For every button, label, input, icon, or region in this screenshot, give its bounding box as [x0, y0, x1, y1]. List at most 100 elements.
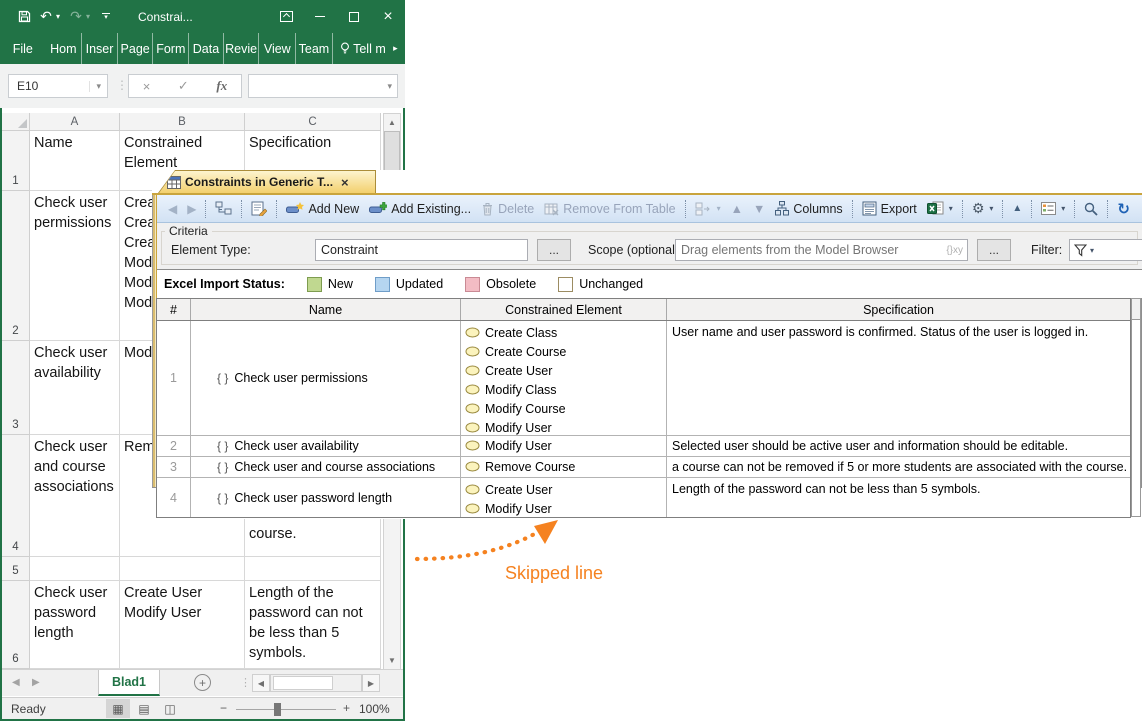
forward-icon[interactable]: ▶	[182, 197, 201, 221]
cell-a2[interactable]: Check user permissions	[30, 191, 120, 341]
row-header-1[interactable]: 1	[2, 131, 30, 191]
row-2-name[interactable]: { } Check user availability	[191, 436, 461, 456]
row-4-constrained-elements[interactable]: Create User Modify User	[461, 478, 667, 517]
row-3-constrained-elements[interactable]: Remove Course	[461, 457, 667, 477]
row-4-number[interactable]: 4	[157, 478, 191, 517]
enter-icon[interactable]: ✓	[178, 78, 189, 94]
cell-c5[interactable]	[245, 557, 381, 581]
new-sheet-icon[interactable]: +	[194, 674, 211, 691]
ribbon-display-options-icon[interactable]	[269, 0, 303, 33]
tab-close-icon[interactable]: ×	[341, 175, 349, 190]
cell-b6[interactable]: Create User Modify User	[120, 581, 245, 669]
horizontal-scrollbar[interactable]	[270, 674, 362, 692]
select-in-containment-tree-icon[interactable]	[210, 197, 237, 221]
row-header-3[interactable]: 3	[2, 341, 30, 435]
row-4-specification[interactable]: Length of the password can not be less t…	[667, 478, 1130, 517]
add-new-button[interactable]: Add New	[281, 197, 364, 221]
sheet-next-icon[interactable]: ▶	[32, 677, 40, 688]
ribbon-tab-team[interactable]: Team	[295, 33, 332, 64]
table-vertical-scrollbar[interactable]	[1131, 298, 1141, 517]
horizontal-scroll-thumb[interactable]	[273, 676, 333, 690]
tab-constraints-generic-table[interactable]: Constraints in Generic T... ×	[158, 170, 376, 193]
ribbon-tab-insert[interactable]: Inser	[81, 33, 117, 64]
row-header-5[interactable]: 5	[2, 557, 30, 581]
group-elements-icon[interactable]: ▾	[690, 197, 726, 221]
page-break-view-icon[interactable]: ◫	[158, 699, 182, 718]
close-button[interactable]: ×	[371, 0, 405, 33]
ribbon-tab-tell-me[interactable]: Tell m	[331, 33, 393, 64]
legend-icon[interactable]: ▾	[1036, 197, 1070, 221]
header-number[interactable]: #	[157, 299, 191, 320]
refresh-icon[interactable]: ↻	[1112, 197, 1135, 221]
zoom-in-icon[interactable]: +	[343, 701, 350, 715]
cell-c6[interactable]: Length of the password can not be less t…	[245, 581, 381, 669]
row-2-constrained-elements[interactable]: Modify User	[461, 436, 667, 456]
scope-browse-button[interactable]: ...	[977, 239, 1011, 261]
row-3-number[interactable]: 3	[157, 457, 191, 477]
element-type-browse-button[interactable]: ...	[537, 239, 571, 261]
sheet-tab-blad1[interactable]: Blad1	[98, 670, 160, 696]
page-layout-view-icon[interactable]: ▤	[132, 699, 156, 718]
move-down-icon[interactable]: ▼	[748, 197, 770, 221]
ribbon-tab-view[interactable]: View	[258, 33, 295, 64]
hscroll-right-icon[interactable]: ▶	[362, 674, 380, 692]
zoom-level[interactable]: 100%	[359, 702, 390, 716]
move-up-icon[interactable]: ▲	[726, 197, 748, 221]
column-header-c[interactable]: C	[245, 113, 381, 131]
add-existing-button[interactable]: Add Existing...	[364, 197, 476, 221]
cell-a5[interactable]	[30, 557, 120, 581]
element-type-input[interactable]	[315, 239, 528, 261]
name-box-dropdown-icon[interactable]: ▾	[89, 80, 107, 92]
maximize-button[interactable]	[337, 0, 371, 33]
sheet-prev-icon[interactable]: ◀	[12, 677, 20, 688]
zoom-slider-thumb[interactable]	[274, 703, 281, 716]
ribbon-tab-home[interactable]: Hom	[46, 33, 82, 64]
scroll-down-icon[interactable]: ▼	[384, 652, 400, 669]
cell-a4[interactable]: Check user and course associations	[30, 435, 120, 557]
scope-input-field[interactable]	[676, 243, 947, 257]
row-2-specification[interactable]: Selected user should be active user and …	[667, 436, 1130, 456]
ribbon-tab-file[interactable]: File	[0, 33, 46, 64]
scope-input[interactable]: {}xy	[675, 239, 968, 261]
columns-button[interactable]: Columns	[770, 197, 847, 221]
cell-a1[interactable]: Name	[30, 131, 120, 191]
cell-b5[interactable]	[120, 557, 245, 581]
select-all-corner[interactable]	[2, 113, 30, 131]
row-3-name[interactable]: { } Check user and course associations	[191, 457, 461, 477]
column-header-b[interactable]: B	[120, 113, 245, 131]
header-constrained-element[interactable]: Constrained Element	[461, 299, 667, 320]
normal-view-icon[interactable]: ▦	[106, 699, 130, 718]
header-specification[interactable]: Specification	[667, 299, 1130, 320]
ribbon-tab-formulas[interactable]: Form	[152, 33, 188, 64]
row-1-number[interactable]: 1	[157, 321, 191, 435]
zoom-out-icon[interactable]: −	[220, 701, 227, 715]
export-button[interactable]: Export	[857, 197, 922, 221]
delete-button[interactable]: Delete	[476, 197, 539, 221]
search-icon[interactable]	[1079, 197, 1103, 221]
minimize-button[interactable]	[303, 0, 337, 33]
formula-input[interactable]: ▾	[248, 74, 398, 98]
save-icon[interactable]	[14, 5, 34, 29]
specification-icon[interactable]	[246, 197, 272, 221]
row-header-6[interactable]: 6	[2, 581, 30, 669]
customize-qat-icon[interactable]: ▾	[96, 5, 116, 29]
cell-a6[interactable]: Check user password length	[30, 581, 120, 669]
collapse-criteria-icon[interactable]: ▲	[1007, 197, 1027, 221]
column-header-a[interactable]: A	[30, 113, 120, 131]
ribbon-more-icon[interactable]: ▸	[393, 33, 405, 64]
options-gear-icon[interactable]: ⚙ ▾	[967, 197, 999, 221]
sync-with-excel-icon[interactable]: ▾	[922, 197, 958, 221]
ribbon-tab-page-layout[interactable]: Page	[116, 33, 153, 64]
remove-from-table-button[interactable]: Remove From Table	[539, 197, 680, 221]
row-1-name[interactable]: { } Check user permissions	[191, 321, 461, 435]
table-scroll-top-box[interactable]	[1132, 299, 1140, 320]
zoom-slider[interactable]	[236, 709, 336, 710]
formula-expand-icon[interactable]: ▾	[387, 81, 397, 92]
row-2-number[interactable]: 2	[157, 436, 191, 456]
back-icon[interactable]: ◀	[163, 197, 182, 221]
row-header-2[interactable]: 2	[2, 191, 30, 341]
ribbon-tab-review[interactable]: Revie	[222, 33, 259, 64]
header-name[interactable]: Name	[191, 299, 461, 320]
row-1-specification[interactable]: User name and user password is confirmed…	[667, 321, 1130, 435]
row-3-specification[interactable]: a course can not be removed if 5 or more…	[667, 457, 1130, 477]
